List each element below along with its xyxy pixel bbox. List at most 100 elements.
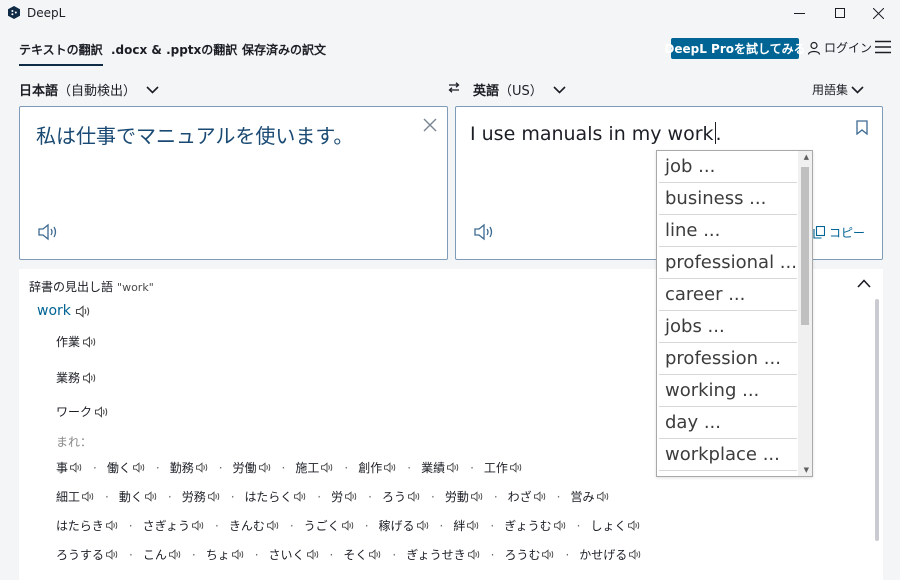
alternative-item[interactable]: day ... xyxy=(659,407,797,439)
rare-word[interactable]: 創作 xyxy=(358,459,397,476)
speaker-icon[interactable] xyxy=(407,491,421,502)
alternatives-scroll-thumb[interactable] xyxy=(801,167,809,325)
try-pro-button[interactable]: DeepL Proを試してみる xyxy=(664,38,806,59)
source-text[interactable]: 私は仕事でマニュアルを使います。 xyxy=(36,120,353,149)
rare-word[interactable]: はたらき xyxy=(56,517,119,534)
speaker-icon[interactable] xyxy=(82,371,97,384)
rare-word[interactable]: しょく xyxy=(590,517,641,534)
rare-word[interactable]: 業績 xyxy=(421,459,460,476)
rare-word[interactable]: ちょ xyxy=(206,546,245,563)
rare-word[interactable]: 勤務 xyxy=(170,459,209,476)
rare-word[interactable]: 稼げる xyxy=(379,517,430,534)
speaker-icon[interactable] xyxy=(344,491,358,502)
dictionary-scrollbar[interactable] xyxy=(875,299,879,541)
alternative-item[interactable]: jobs ... xyxy=(659,311,797,343)
rare-word[interactable]: 事 xyxy=(56,459,83,476)
speaker-icon[interactable] xyxy=(341,520,355,531)
speaker-icon[interactable] xyxy=(509,462,523,473)
chevron-up-icon[interactable] xyxy=(857,279,871,288)
minimize-button[interactable] xyxy=(777,0,821,26)
speaker-icon[interactable] xyxy=(320,462,334,473)
rare-word[interactable]: かせげる xyxy=(579,546,642,563)
speaker-icon[interactable] xyxy=(368,549,382,560)
rare-word[interactable]: 労務 xyxy=(182,488,221,505)
speaker-icon[interactable] xyxy=(306,549,320,560)
speaker-icon[interactable] xyxy=(132,462,146,473)
alternative-item[interactable]: business ... xyxy=(659,183,797,215)
rare-word[interactable]: こん xyxy=(143,546,182,563)
rare-word[interactable]: ぎょうむ xyxy=(504,517,566,534)
speaker-icon[interactable] xyxy=(266,520,280,531)
speaker-icon[interactable] xyxy=(231,549,245,560)
alternative-item[interactable]: career ... xyxy=(659,279,797,311)
speaker-icon[interactable] xyxy=(596,491,610,502)
clear-text-icon[interactable] xyxy=(423,118,437,132)
alternative-item[interactable]: workplace ... xyxy=(659,439,797,471)
rare-word[interactable]: ろうむ xyxy=(504,546,555,563)
speaker-icon[interactable] xyxy=(94,405,109,418)
alternative-item[interactable]: working ... xyxy=(659,375,797,407)
rare-word[interactable]: 絆 xyxy=(453,517,480,534)
source-text-panel[interactable]: 私は仕事でマニュアルを使います。 xyxy=(19,106,448,260)
sense-item[interactable]: 作業 xyxy=(56,333,97,350)
rare-word[interactable]: さいく xyxy=(269,546,320,563)
rare-word[interactable]: 細工 xyxy=(56,488,95,505)
speaker-icon[interactable] xyxy=(81,491,95,502)
alternatives-scrollbar[interactable]: ▲ ▼ xyxy=(798,151,812,476)
speaker-icon[interactable] xyxy=(69,462,83,473)
rare-word[interactable]: 動く xyxy=(119,488,158,505)
speaker-icon[interactable] xyxy=(207,491,221,502)
speaker-icon[interactable] xyxy=(258,462,272,473)
bookmark-icon[interactable] xyxy=(856,120,868,135)
rare-word[interactable]: 労動 xyxy=(445,488,484,505)
rare-word[interactable]: 施工 xyxy=(295,459,334,476)
speaker-icon[interactable] xyxy=(473,223,495,241)
alternative-item[interactable]: profession ... xyxy=(659,343,797,375)
source-language-select[interactable]: 日本語 （自動検出） xyxy=(19,80,159,99)
rare-word[interactable]: そく xyxy=(343,546,382,563)
rare-word[interactable]: 働く xyxy=(107,459,146,476)
speaker-icon[interactable] xyxy=(541,549,555,560)
speaker-icon[interactable] xyxy=(82,335,97,348)
speaker-icon[interactable] xyxy=(105,549,119,560)
speaker-icon[interactable] xyxy=(533,491,547,502)
rare-word[interactable]: 労働 xyxy=(233,459,272,476)
speaker-icon[interactable] xyxy=(293,491,307,502)
speaker-icon[interactable] xyxy=(627,520,641,531)
rare-word[interactable]: ぎょうせき xyxy=(406,546,480,563)
close-window-button[interactable] xyxy=(856,0,900,26)
rare-word[interactable]: うごく xyxy=(304,517,355,534)
speaker-icon[interactable] xyxy=(195,462,209,473)
scroll-down-arrow-icon[interactable]: ▼ xyxy=(804,466,809,474)
speaker-icon[interactable] xyxy=(416,520,430,531)
rare-word[interactable]: きんむ xyxy=(229,517,280,534)
swap-languages-icon[interactable] xyxy=(448,82,460,93)
rare-word[interactable]: 労 xyxy=(331,488,358,505)
speaker-icon[interactable] xyxy=(105,520,119,531)
dictionary-headword[interactable]: work xyxy=(37,303,91,319)
speaker-icon[interactable] xyxy=(144,491,158,502)
speaker-icon[interactable] xyxy=(470,491,484,502)
sense-item[interactable]: ワーク xyxy=(56,403,109,420)
login-button[interactable]: ログイン xyxy=(807,39,872,56)
speaker-icon[interactable] xyxy=(75,304,91,318)
speaker-icon[interactable] xyxy=(553,520,567,531)
tab-translate-text[interactable]: テキストの翻訳 xyxy=(19,41,103,66)
speaker-icon[interactable] xyxy=(467,549,481,560)
rare-word[interactable]: はたらく xyxy=(245,488,308,505)
rare-word[interactable]: ろうする xyxy=(56,546,119,563)
alternative-item[interactable]: line ... xyxy=(659,215,797,247)
alternative-item[interactable]: professional ... xyxy=(659,247,797,279)
speaker-icon[interactable] xyxy=(191,520,205,531)
speaker-icon[interactable] xyxy=(628,549,642,560)
speaker-icon[interactable] xyxy=(446,462,460,473)
rare-word[interactable]: ろう xyxy=(382,488,421,505)
speaker-icon[interactable] xyxy=(168,549,182,560)
rare-word[interactable]: 工作 xyxy=(484,459,523,476)
tab-saved-translations[interactable]: 保存済みの訳文 xyxy=(242,41,326,58)
scroll-up-arrow-icon[interactable]: ▲ xyxy=(804,153,809,161)
speaker-icon[interactable] xyxy=(37,223,59,241)
menu-icon[interactable] xyxy=(875,40,891,54)
rare-word[interactable]: さぎょう xyxy=(143,517,205,534)
target-text-line[interactable]: I use manuals in my work. xyxy=(470,122,722,145)
